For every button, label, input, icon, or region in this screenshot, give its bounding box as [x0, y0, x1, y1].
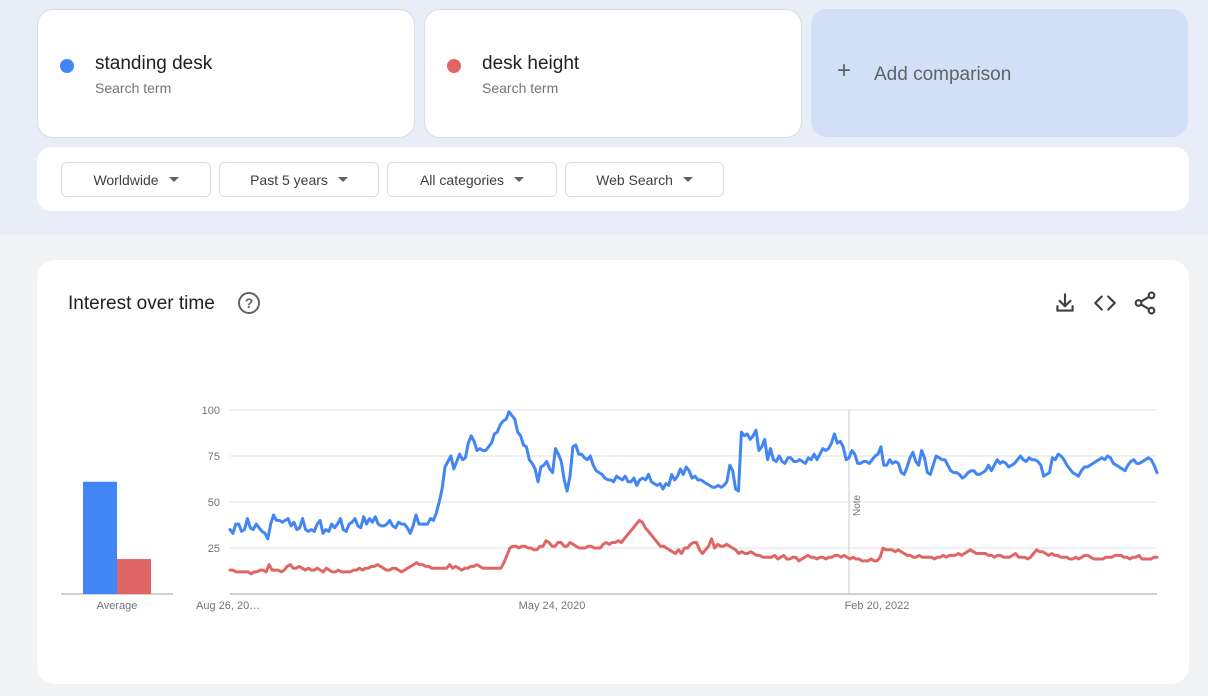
average-bar-desk-height — [117, 559, 151, 594]
average-label: Average — [97, 600, 138, 612]
question-circle-icon[interactable]: ? — [238, 292, 260, 314]
average-bar-standing-desk — [83, 481, 117, 594]
caret-down-icon — [168, 177, 179, 182]
download-icon[interactable] — [1052, 290, 1078, 316]
y-tick-label: 75 — [208, 451, 220, 463]
x-tick-label: Aug 26, 20… — [196, 600, 260, 612]
note-label: Note — [852, 494, 863, 516]
term-subtitle: Search term — [482, 80, 559, 96]
y-tick-label: 50 — [208, 497, 220, 509]
add-comparison-label: Add comparison — [874, 64, 1012, 85]
term-name[interactable]: standing desk — [95, 53, 212, 75]
caret-down-icon — [682, 177, 693, 182]
term-subtitle: Search term — [95, 80, 172, 96]
term-name[interactable]: desk height — [482, 53, 579, 75]
x-tick-label: Feb 20, 2022 — [845, 600, 910, 612]
filter-label: Worldwide — [93, 171, 159, 188]
series-line-standing-desk — [228, 410, 1159, 541]
series-color-dot — [447, 59, 461, 73]
plus-icon: + — [837, 57, 852, 84]
filter-label: Web Search — [596, 171, 673, 188]
term-card-standing-desk[interactable]: standing desk Search term — [37, 9, 415, 138]
series-color-dot — [60, 59, 74, 73]
interest-chart: 25 50 75 100 Average Note Aug 26, 20… May 24, 2… — [61, 405, 1159, 612]
y-tick-label: 25 — [208, 543, 220, 555]
filter-region-dropdown[interactable]: Worldwide — [61, 162, 211, 197]
chart-title: Interest over time — [68, 293, 215, 314]
series-line-desk-height — [228, 518, 1159, 576]
caret-down-icon — [514, 177, 525, 182]
caret-down-icon — [337, 177, 348, 182]
filter-time-range-dropdown[interactable]: Past 5 years — [219, 162, 379, 197]
filter-label: Past 5 years — [250, 171, 328, 188]
filter-label: All categories — [419, 171, 505, 188]
embed-code-icon[interactable] — [1092, 290, 1118, 316]
y-tick-label: 100 — [202, 405, 220, 417]
share-icon[interactable] — [1132, 290, 1158, 316]
filter-search-type-dropdown[interactable]: Web Search — [565, 162, 724, 197]
add-comparison-button[interactable]: + Add comparison — [811, 9, 1188, 137]
filter-bar: Worldwide Past 5 years All categories We… — [37, 147, 1189, 211]
interest-over-time-card: 25 50 75 100 Average Note Aug 26, 20… May 24, 2… — [37, 260, 1189, 684]
x-tick-label: May 24, 2020 — [519, 600, 586, 612]
filter-category-dropdown[interactable]: All categories — [387, 162, 557, 197]
term-card-desk-height[interactable]: desk height Search term — [424, 9, 802, 138]
